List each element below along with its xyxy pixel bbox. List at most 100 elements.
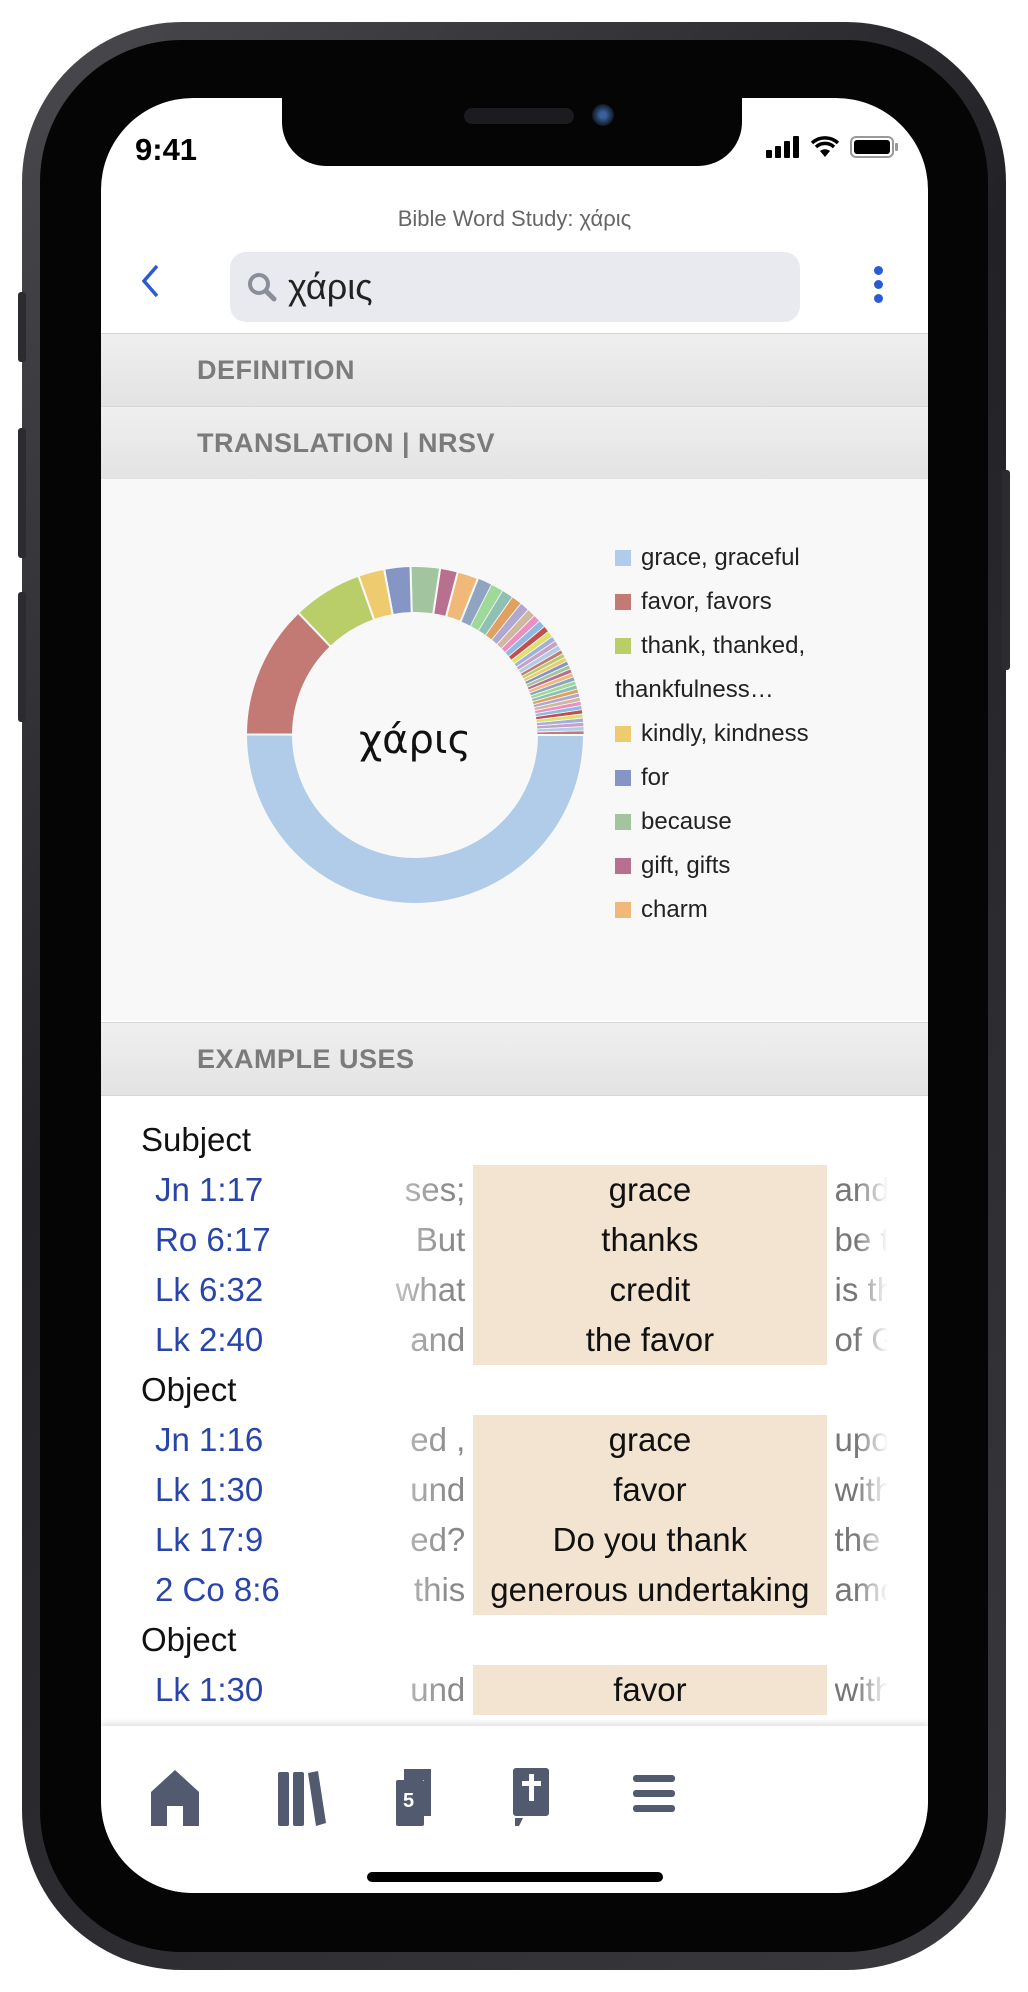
example-uses-list: Subject Jn 1:17 ses; grace and Ro 6:17 But than… bbox=[141, 1115, 888, 1726]
signal-icon bbox=[766, 136, 799, 158]
battery-icon bbox=[850, 136, 898, 158]
verse-reference-link[interactable]: Lk 1:30 bbox=[141, 1471, 333, 1509]
legend-label: favor, favors bbox=[641, 588, 772, 615]
menu-icon[interactable] bbox=[625, 1766, 685, 1826]
camera bbox=[592, 104, 614, 126]
highlighted-translation: thanks bbox=[473, 1215, 827, 1265]
example-row: 2 Co 8:6 thisgenerous undertakingamo bbox=[141, 1565, 888, 1615]
bible-icon[interactable] bbox=[501, 1766, 561, 1826]
example-row: Lk 1:30 und favor with bbox=[141, 1465, 888, 1515]
highlighted-translation: grace bbox=[473, 1415, 827, 1465]
verse-reference-link[interactable]: Lk 17:9 bbox=[141, 1521, 333, 1559]
speaker bbox=[464, 108, 574, 124]
highlighted-translation: credit bbox=[473, 1265, 827, 1315]
context-after: upo bbox=[834, 1421, 888, 1458]
highlighted-translation: the favor bbox=[473, 1315, 827, 1365]
context-before: ed? bbox=[410, 1521, 466, 1558]
context-after: is th bbox=[834, 1271, 888, 1308]
tab-bar: 5 bbox=[101, 1726, 928, 1893]
legend-swatch bbox=[615, 814, 631, 830]
group-header: Object bbox=[141, 1615, 888, 1665]
legend-swatch bbox=[615, 638, 631, 654]
back-button[interactable] bbox=[139, 263, 161, 309]
legend-swatch bbox=[615, 726, 631, 742]
context-after: of G bbox=[834, 1321, 888, 1358]
volume-up-button bbox=[18, 428, 26, 558]
section-translation[interactable]: TRANSLATION | NRSV bbox=[101, 406, 928, 480]
context-before: and bbox=[410, 1321, 466, 1358]
status-time: 9:41 bbox=[135, 132, 198, 167]
example-row: Ro 6:17 But thanks be t bbox=[141, 1215, 888, 1265]
context-after: with bbox=[834, 1671, 888, 1708]
wifi-icon bbox=[810, 136, 840, 157]
home-indicator[interactable] bbox=[367, 1872, 663, 1882]
legend-item: for bbox=[615, 756, 855, 800]
page-title: Bible Word Study: χάρις bbox=[397, 206, 632, 231]
highlighted-translation: generous undertaking bbox=[473, 1565, 827, 1615]
legend-item: charm bbox=[615, 888, 855, 932]
legend-swatch bbox=[615, 902, 631, 918]
example-row: Lk 1:30 und favor with bbox=[141, 1665, 888, 1715]
chevron-left-icon bbox=[141, 264, 159, 298]
verse-reference-link[interactable]: 2 Co 8:6 bbox=[141, 1571, 333, 1609]
legend-item: favor, favors bbox=[615, 580, 855, 624]
legend-item: gift, gifts bbox=[615, 844, 855, 888]
search-icon bbox=[248, 273, 277, 302]
example-row: Lk 17:9 ed? Do you thank the bbox=[141, 1515, 888, 1565]
section-definition[interactable]: DEFINITION bbox=[101, 333, 928, 407]
verse-reference-link[interactable]: Jn 1:17 bbox=[141, 1171, 333, 1209]
example-row: Lk 2:40 and the favor of G bbox=[141, 1315, 888, 1365]
highlighted-translation: favor bbox=[473, 1665, 827, 1715]
context-after: be t bbox=[834, 1221, 888, 1258]
highlighted-translation: Do you thank bbox=[473, 1515, 827, 1565]
legend-swatch bbox=[615, 858, 631, 874]
legend-label: grace, graceful bbox=[641, 544, 800, 571]
highlighted-translation: favor bbox=[473, 1465, 827, 1515]
legend-label: for bbox=[641, 764, 670, 791]
highlighted-translation: grace bbox=[473, 1165, 827, 1215]
example-row: Jn 1:16 ed , grace upo bbox=[141, 1415, 888, 1465]
verse-reference-link[interactable]: Jn 1:16 bbox=[141, 1421, 333, 1459]
legend-swatch bbox=[615, 594, 631, 610]
legend-item: thank, thanked, thankfulness… bbox=[615, 624, 855, 712]
group-header: Subject bbox=[141, 1115, 888, 1165]
legend-label: charm bbox=[641, 896, 708, 923]
legend-item: kindly, kindness bbox=[615, 712, 855, 756]
legend-label: because bbox=[641, 808, 732, 835]
context-before: ed , bbox=[410, 1421, 466, 1458]
legend-label: gift, gifts bbox=[641, 852, 731, 879]
notch bbox=[282, 98, 742, 166]
legend-item: because bbox=[615, 800, 855, 844]
mute-switch bbox=[18, 292, 26, 362]
verse-reference-link[interactable]: Lk 1:30 bbox=[141, 1671, 333, 1709]
donut-center-label: χάρις bbox=[359, 717, 471, 763]
library-icon[interactable] bbox=[272, 1766, 332, 1826]
group-label: Object bbox=[141, 1621, 237, 1658]
context-before: what bbox=[395, 1271, 466, 1308]
screen: 9:41 Bible Word Study: χάρις χάρις DEFIN… bbox=[101, 98, 928, 1893]
context-after: the bbox=[834, 1521, 881, 1558]
search-input[interactable]: χάρις bbox=[230, 252, 800, 322]
section-label: EXAMPLE USES bbox=[197, 1043, 415, 1074]
open-resources-button[interactable]: 5 bbox=[384, 1766, 444, 1826]
verse-reference-link[interactable]: Lk 6:32 bbox=[141, 1271, 333, 1309]
group-header: Object bbox=[141, 1365, 888, 1415]
legend-label: kindly, kindness bbox=[641, 720, 809, 747]
more-options-button[interactable] bbox=[874, 266, 884, 308]
context-before: ses; bbox=[404, 1171, 466, 1208]
power-button bbox=[1002, 470, 1010, 670]
legend-swatch bbox=[615, 550, 631, 566]
open-count: 5 bbox=[403, 1790, 415, 1812]
home-icon[interactable] bbox=[145, 1766, 205, 1826]
section-label: TRANSLATION | NRSV bbox=[197, 427, 496, 458]
context-before: this bbox=[413, 1571, 466, 1608]
example-row: Lk 6:32 what credit is th bbox=[141, 1265, 888, 1315]
section-label: DEFINITION bbox=[197, 354, 355, 385]
chart-legend: grace, graceful favor, favors thank, thank… bbox=[615, 536, 855, 932]
search-value: χάρις bbox=[288, 266, 373, 307]
verse-reference-link[interactable]: Lk 2:40 bbox=[141, 1321, 333, 1359]
verse-reference-link[interactable]: Ro 6:17 bbox=[141, 1221, 333, 1259]
context-before: und bbox=[410, 1471, 466, 1508]
section-example-uses[interactable]: EXAMPLE USES bbox=[101, 1022, 928, 1096]
legend-item: grace, graceful bbox=[615, 536, 855, 580]
